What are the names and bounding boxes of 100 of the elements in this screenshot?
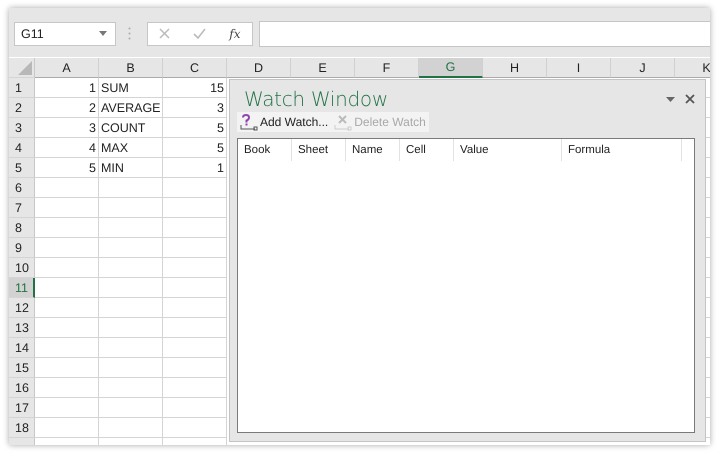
sheet-cell[interactable]: 4: [35, 138, 99, 158]
delete-icon: [334, 114, 352, 130]
formula-input[interactable]: [259, 20, 710, 46]
sheet-cell[interactable]: [99, 318, 163, 338]
column-header[interactable]: G: [419, 58, 483, 78]
sheet-cell[interactable]: [99, 178, 163, 198]
insert-function-button[interactable]: fx: [229, 26, 241, 40]
sheet-cell[interactable]: COUNT: [99, 118, 163, 138]
close-icon[interactable]: [685, 94, 695, 104]
sheet-cell[interactable]: [163, 198, 227, 218]
sheet-cell[interactable]: [99, 258, 163, 278]
row-header[interactable]: 3: [9, 118, 35, 138]
sheet-cell[interactable]: [99, 238, 163, 258]
dropdown-icon[interactable]: [666, 96, 675, 102]
sheet-cell[interactable]: [163, 278, 227, 298]
check-icon[interactable]: [193, 28, 206, 39]
sheet-cell[interactable]: [35, 218, 99, 238]
sheet-cell[interactable]: MAX: [99, 138, 163, 158]
row-header[interactable]: 12: [9, 298, 35, 318]
sheet-cell[interactable]: [163, 358, 227, 378]
column-header[interactable]: H: [483, 58, 547, 78]
column-header[interactable]: F: [355, 58, 419, 78]
sheet-cell[interactable]: [163, 218, 227, 238]
row-header[interactable]: 15: [9, 358, 35, 378]
sheet-cell[interactable]: [99, 298, 163, 318]
sheet-cell[interactable]: [35, 338, 99, 358]
column-header[interactable]: D: [227, 58, 291, 78]
column-header[interactable]: E: [291, 58, 355, 78]
column-heading[interactable]: Book: [238, 139, 292, 161]
sheet-cell[interactable]: [99, 218, 163, 238]
name-box[interactable]: G11: [14, 22, 116, 46]
sheet-cell[interactable]: [35, 398, 99, 418]
sheet-cell[interactable]: [163, 378, 227, 398]
select-all-icon[interactable]: [18, 61, 32, 75]
row-header[interactable]: 11: [9, 278, 35, 298]
row-header[interactable]: 5: [9, 158, 35, 178]
column-header[interactable]: A: [35, 58, 99, 78]
row-header[interactable]: 18: [9, 418, 35, 438]
sheet-cell[interactable]: [163, 418, 227, 438]
column-heading[interactable]: Sheet: [292, 139, 346, 161]
column-heading[interactable]: Value: [454, 139, 562, 161]
column-header[interactable]: B: [99, 58, 163, 78]
sheet-cell[interactable]: 1: [163, 158, 227, 178]
sheet-cell[interactable]: [35, 378, 99, 398]
column-heading[interactable]: Cell: [400, 139, 454, 161]
row-header[interactable]: 1: [9, 78, 35, 98]
row-header[interactable]: 8: [9, 218, 35, 238]
sheet-cell[interactable]: [99, 198, 163, 218]
sheet-cell[interactable]: [35, 298, 99, 318]
row-header[interactable]: 6: [9, 178, 35, 198]
sheet-cell[interactable]: MIN: [99, 158, 163, 178]
sheet-cell[interactable]: [163, 178, 227, 198]
column-heading[interactable]: Name: [346, 139, 400, 161]
sheet-cell[interactable]: [99, 338, 163, 358]
sheet-cell[interactable]: [35, 198, 99, 218]
sheet-cell[interactable]: [35, 178, 99, 198]
column-header[interactable]: C: [163, 58, 227, 78]
cancel-icon[interactable]: [159, 28, 170, 39]
sheet-cell[interactable]: [35, 278, 99, 298]
sheet-cell[interactable]: SUM: [99, 78, 163, 98]
sheet-cell[interactable]: 15: [163, 78, 227, 98]
sheet-cell[interactable]: [35, 318, 99, 338]
sheet-cell[interactable]: [163, 318, 227, 338]
row-header[interactable]: 9: [9, 238, 35, 258]
column-header[interactable]: I: [547, 58, 611, 78]
sheet-cell[interactable]: [163, 298, 227, 318]
sheet-cell[interactable]: 5: [163, 118, 227, 138]
sheet-cell[interactable]: [35, 258, 99, 278]
column-header[interactable]: J: [611, 58, 675, 78]
sheet-cell[interactable]: [99, 418, 163, 438]
sheet-cell[interactable]: [35, 418, 99, 438]
add-watch-button[interactable]: Add Watch...: [237, 112, 332, 132]
row-header[interactable]: 2: [9, 98, 35, 118]
row-header[interactable]: 16: [9, 378, 35, 398]
sheet-cell[interactable]: 2: [35, 98, 99, 118]
sheet-cell[interactable]: [35, 358, 99, 378]
row-header[interactable]: 17: [9, 398, 35, 418]
sheet-cell[interactable]: [99, 278, 163, 298]
sheet-cell[interactable]: 1: [35, 78, 99, 98]
sheet-cell[interactable]: [163, 258, 227, 278]
sheet-cell[interactable]: [35, 238, 99, 258]
column-heading[interactable]: Formula: [562, 139, 682, 161]
row-header[interactable]: 14: [9, 338, 35, 358]
row-header[interactable]: 7: [9, 198, 35, 218]
sheet-cell[interactable]: [163, 238, 227, 258]
sheet-cell[interactable]: [163, 398, 227, 418]
sheet-cell[interactable]: [99, 358, 163, 378]
grip-icon: [128, 27, 131, 40]
row-header[interactable]: 4: [9, 138, 35, 158]
row-header[interactable]: 10: [9, 258, 35, 278]
row-header[interactable]: 13: [9, 318, 35, 338]
sheet-cell[interactable]: 5: [35, 158, 99, 178]
sheet-cell[interactable]: 5: [163, 138, 227, 158]
sheet-cell[interactable]: [163, 338, 227, 358]
sheet-cell[interactable]: [99, 378, 163, 398]
sheet-cell[interactable]: 3: [163, 98, 227, 118]
sheet-cell[interactable]: [99, 398, 163, 418]
sheet-cell[interactable]: AVERAGE: [99, 98, 163, 118]
panel-title: Watch Window: [243, 87, 389, 111]
sheet-cell[interactable]: 3: [35, 118, 99, 138]
